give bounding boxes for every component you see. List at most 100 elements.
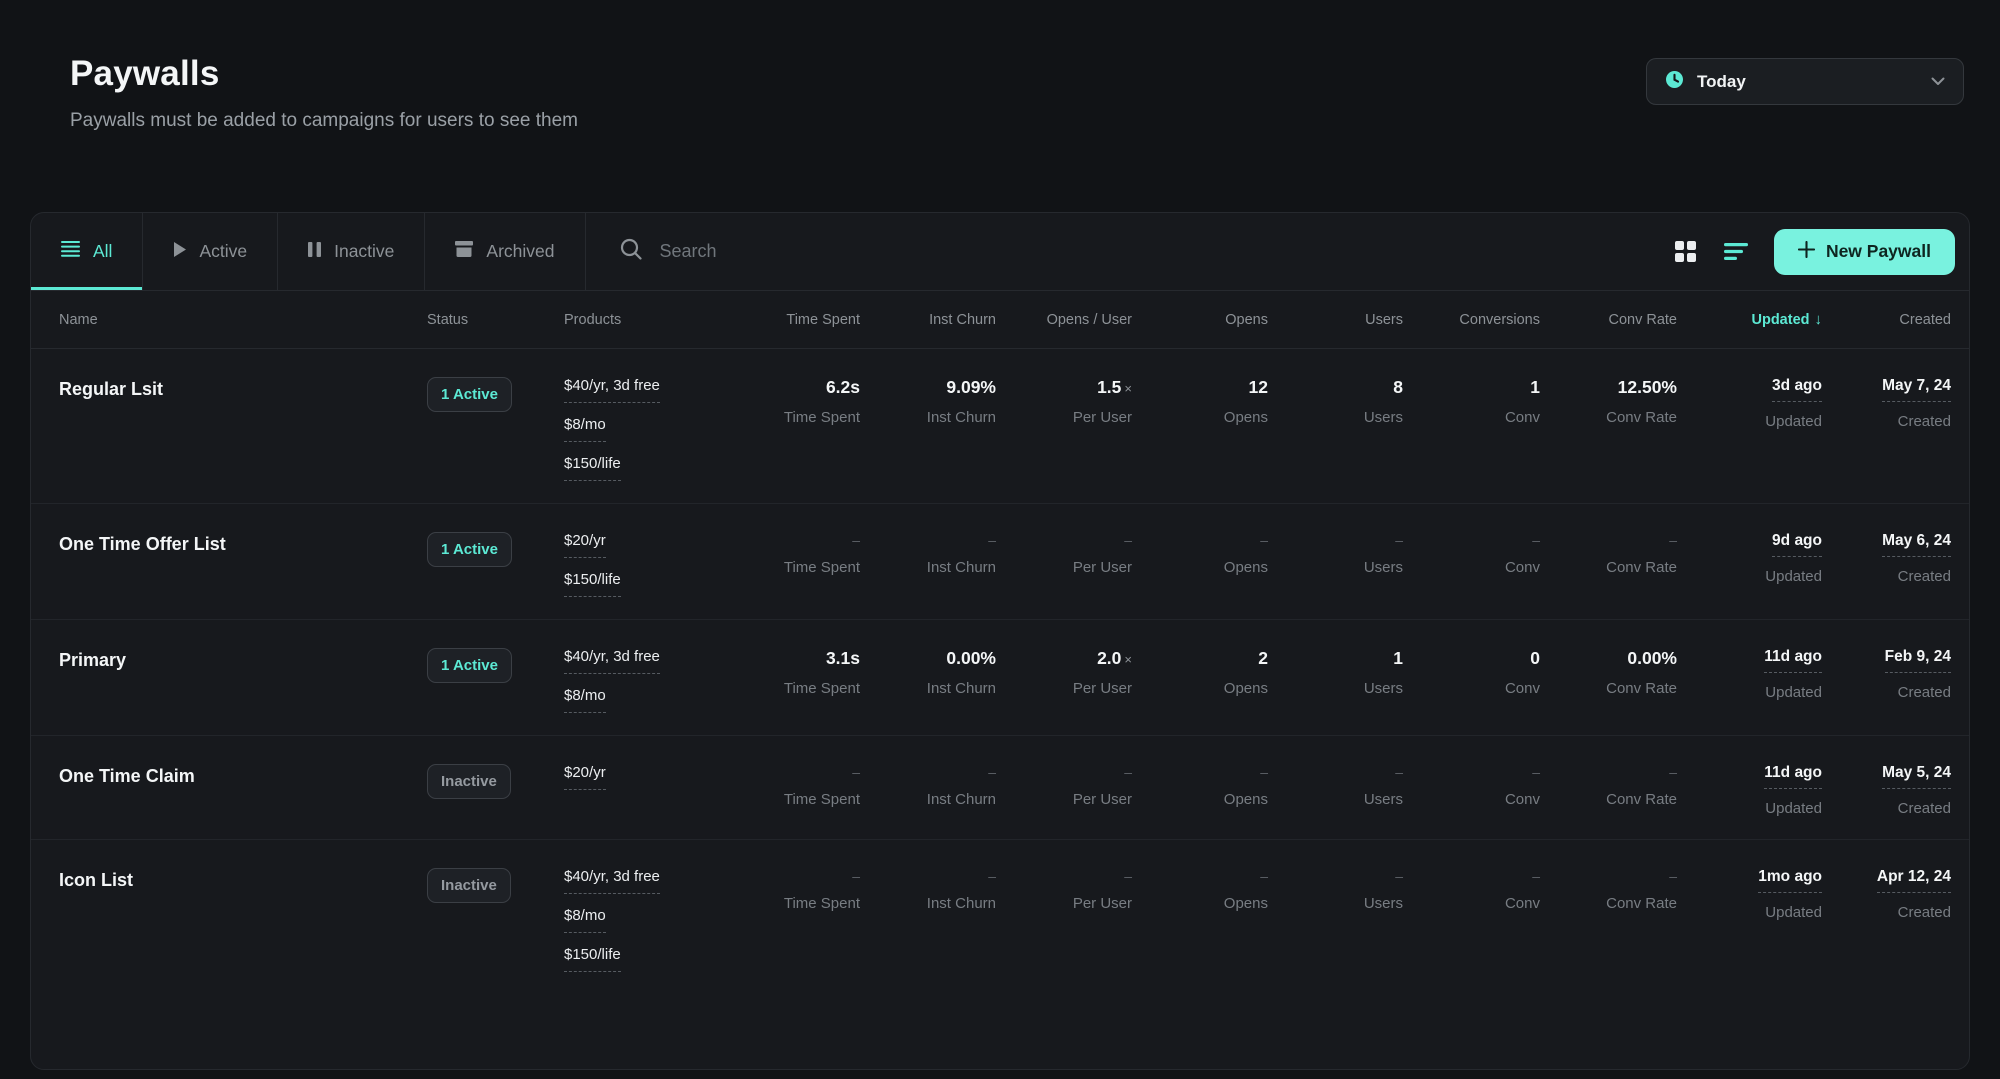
metric-conversions: –Conv — [1403, 532, 1540, 597]
new-paywall-button[interactable]: New Paywall — [1774, 229, 1955, 275]
metric-value: – — [1540, 764, 1677, 780]
header-conversions[interactable]: Conversions — [1403, 312, 1540, 328]
metric-label: Per User — [996, 559, 1132, 576]
updated-value[interactable]: 11d ago — [1764, 648, 1822, 673]
created-value[interactable]: May 5, 24 — [1882, 764, 1951, 789]
metric-inst-churn: –Inst Churn — [860, 532, 996, 597]
created-value[interactable]: May 7, 24 — [1882, 377, 1951, 402]
metric-label: Conv — [1403, 895, 1540, 912]
header-products[interactable]: Products — [564, 312, 714, 328]
header-updated[interactable]: Updated↓ — [1677, 311, 1822, 328]
period-selector[interactable]: Today — [1646, 58, 1964, 105]
table-row[interactable]: Icon ListInactive$40/yr, 3d free $8/mo $15… — [31, 840, 1969, 994]
tab-label: All — [93, 241, 112, 262]
status-cell: Inactive — [427, 764, 564, 817]
metric-users: –Users — [1268, 764, 1403, 817]
list-view-icon[interactable] — [1724, 243, 1748, 260]
metric-opens: 2Opens — [1132, 648, 1268, 713]
product-item[interactable]: $40/yr, 3d free — [564, 868, 660, 894]
header-opens-per-user[interactable]: Opens / User — [996, 312, 1132, 328]
tab-all[interactable]: All — [31, 213, 143, 290]
metric-label: Inst Churn — [860, 409, 996, 426]
row-name[interactable]: One Time Offer List — [59, 532, 427, 597]
metric-value: 6.2s — [714, 377, 860, 398]
product-item[interactable]: $20/yr — [564, 532, 606, 558]
metric-label: Created — [1822, 413, 1951, 430]
created-value[interactable]: Apr 12, 24 — [1877, 868, 1951, 893]
search-input[interactable] — [660, 241, 1635, 262]
table-row[interactable]: Primary1 Active$40/yr, 3d free$8/mo3.1sT… — [31, 620, 1969, 736]
updated-value[interactable]: 11d ago — [1764, 764, 1822, 789]
tab-bar: All Active Inactive Archived — [31, 213, 1969, 291]
metric-value: 8 — [1268, 377, 1403, 398]
header-opens[interactable]: Opens — [1132, 312, 1268, 328]
row-name[interactable]: Regular Lsit — [59, 377, 427, 481]
header-time-spent[interactable]: Time Spent — [714, 312, 860, 328]
metric-conversions: –Conv — [1403, 764, 1540, 817]
created-value[interactable]: Feb 9, 24 — [1885, 648, 1951, 673]
metric-label: Updated — [1677, 904, 1822, 921]
metric-label: Opens — [1132, 559, 1268, 576]
products-cell: $40/yr, 3d free $8/mo $150/life — [564, 868, 714, 972]
metric-value: 9.09% — [860, 377, 996, 398]
metric-conversions: – Conv — [1403, 868, 1540, 972]
product-item[interactable]: $150/life — [564, 946, 621, 972]
status-cell: Inactive — [427, 868, 564, 972]
table-row[interactable]: One Time Offer List1 Active$20/yr$150/li… — [31, 504, 1969, 620]
header-name[interactable]: Name — [59, 312, 427, 328]
tab-inactive[interactable]: Inactive — [278, 213, 425, 290]
header-inst-churn[interactable]: Inst Churn — [860, 312, 996, 328]
row-name[interactable]: Primary — [59, 648, 427, 713]
metric-value: – — [1132, 764, 1268, 780]
products-cell: $20/yr — [564, 764, 714, 817]
metric-label: Conv Rate — [1540, 559, 1677, 576]
header-created[interactable]: Created — [1822, 312, 1951, 328]
metric-value: – — [1403, 868, 1540, 884]
product-item[interactable]: $8/mo — [564, 687, 606, 713]
search-box — [586, 213, 1669, 290]
status-cell: 1 Active — [427, 648, 564, 713]
product-item[interactable]: $40/yr, 3d free — [564, 648, 660, 674]
updated-value[interactable]: 1mo ago — [1758, 868, 1822, 893]
grid-view-icon[interactable] — [1675, 241, 1696, 262]
product-item[interactable]: $8/mo — [564, 416, 606, 442]
metric-label: Per User — [996, 680, 1132, 697]
row-name[interactable]: Icon List — [59, 868, 427, 972]
metric-label: Users — [1268, 409, 1403, 426]
multiplier-suffix: × — [1124, 381, 1132, 396]
row-name[interactable]: One Time Claim — [59, 764, 427, 817]
metric-value: 12.50% — [1540, 377, 1677, 398]
metric-label: Conv Rate — [1540, 409, 1677, 426]
header-status[interactable]: Status — [427, 312, 564, 328]
metric-users: 1Users — [1268, 648, 1403, 713]
product-item[interactable]: $40/yr, 3d free — [564, 377, 660, 403]
header-conv-rate[interactable]: Conv Rate — [1540, 312, 1677, 328]
updated-value[interactable]: 9d ago — [1772, 532, 1822, 557]
product-item[interactable]: $150/life — [564, 455, 621, 481]
metric-inst-churn: 0.00%Inst Churn — [860, 648, 996, 713]
metric-conversions: 0Conv — [1403, 648, 1540, 713]
created-value[interactable]: May 6, 24 — [1882, 532, 1951, 557]
status-cell: 1 Active — [427, 377, 564, 481]
tab-active[interactable]: Active — [143, 213, 278, 290]
metric-conv-rate: –Conv Rate — [1540, 764, 1677, 817]
product-item[interactable]: $20/yr — [564, 764, 606, 790]
metric-label: Conv — [1403, 409, 1540, 426]
table-row[interactable]: Regular Lsit1 Active$40/yr, 3d free $8/mo… — [31, 349, 1969, 504]
metric-value: 12 — [1132, 377, 1268, 398]
table-row[interactable]: One Time ClaimInactive$20/yr–Time Spent–… — [31, 736, 1969, 840]
metric-value: – — [714, 868, 860, 884]
metric-opens-per-user: 1.5×Per User — [996, 377, 1132, 481]
updated-value[interactable]: 3d ago — [1772, 377, 1822, 402]
tab-archived[interactable]: Archived — [425, 213, 585, 290]
metric-time-spent: 6.2sTime Spent — [714, 377, 860, 481]
header-users[interactable]: Users — [1268, 312, 1403, 328]
created-cell: May 7, 24 Created — [1822, 377, 1951, 481]
metric-label: Created — [1822, 800, 1951, 817]
product-item[interactable]: $8/mo — [564, 907, 606, 933]
created-cell: Feb 9, 24Created — [1822, 648, 1951, 713]
metric-opens: –Opens — [1132, 868, 1268, 972]
metric-label: Opens — [1132, 895, 1268, 912]
metric-conv-rate: 12.50% Conv Rate — [1540, 377, 1677, 481]
product-item[interactable]: $150/life — [564, 571, 621, 597]
